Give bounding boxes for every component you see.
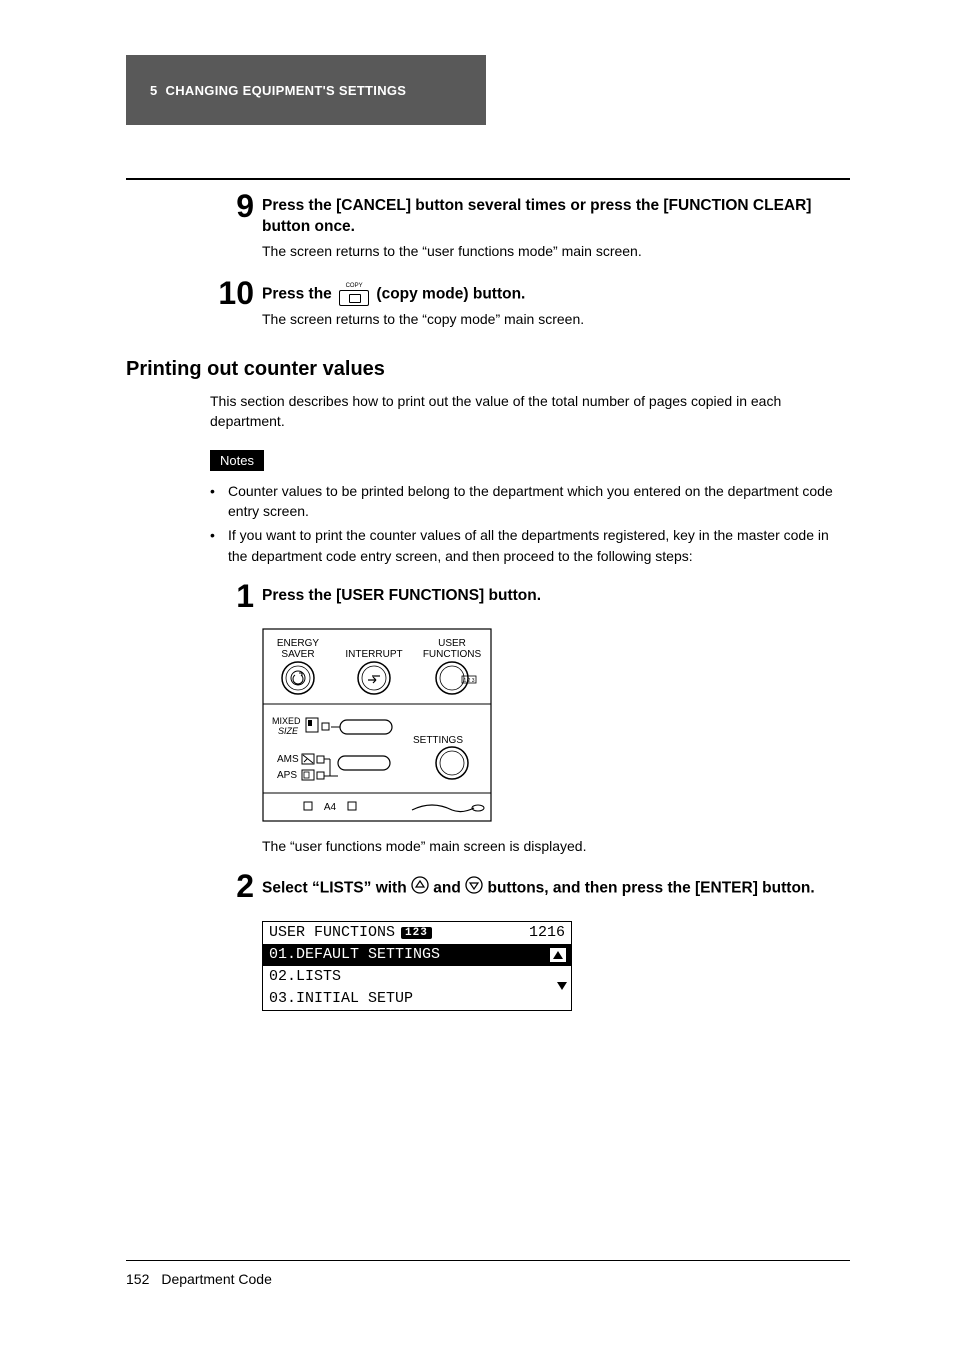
- copy-label: COPY: [338, 283, 370, 289]
- lcd-row-text: 03.INITIAL SETUP: [269, 989, 413, 1009]
- svg-text:SIZE: SIZE: [278, 726, 299, 736]
- step-1: 1 Press the [USER FUNCTIONS] button.: [210, 584, 850, 612]
- footer-label: Department Code: [161, 1271, 272, 1287]
- bullet-icon: •: [210, 525, 228, 566]
- svg-text:MIXED: MIXED: [272, 716, 301, 726]
- scroll-down-icon: [557, 989, 567, 1009]
- chapter-title: CHANGING EQUIPMENT'S SETTINGS: [166, 83, 407, 98]
- step-title: Select “LISTS” with and buttons, and the…: [262, 876, 850, 901]
- svg-text:APS: APS: [277, 770, 297, 781]
- notes-badge: Notes: [210, 450, 264, 471]
- lcd-row: 03.INITIAL SETUP: [263, 988, 571, 1010]
- step-number: 10: [210, 277, 254, 309]
- svg-text:AMS: AMS: [277, 754, 299, 765]
- lcd-row-selected: 01.DEFAULT SETTINGS: [263, 944, 571, 966]
- step-title: Press the [USER FUNCTIONS] button.: [262, 586, 850, 607]
- lcd-badge: 123: [401, 927, 432, 939]
- title-prefix: Press the: [262, 286, 336, 303]
- title-part-c: buttons, and then press the [ENTER] butt…: [483, 879, 815, 896]
- svg-text:FUNCTIONS: FUNCTIONS: [423, 649, 482, 660]
- section-intro: This section describes how to print out …: [210, 391, 850, 432]
- title-suffix: (copy mode) button.: [372, 286, 525, 303]
- svg-text:ENERGY: ENERGY: [277, 638, 320, 649]
- svg-text:INTERRUPT: INTERRUPT: [345, 649, 402, 660]
- footer-rule: [126, 1260, 850, 1261]
- step-description: The screen returns to the “copy mode” ma…: [262, 310, 850, 330]
- page-footer: 152 Department Code: [126, 1260, 850, 1287]
- step-title: Press the [CANCEL] button several times …: [262, 196, 850, 238]
- step-1-after-text: The “user functions mode” main screen is…: [262, 838, 850, 854]
- svg-text:A4: A4: [324, 802, 337, 813]
- page-number: 152: [126, 1271, 149, 1287]
- note-item: • If you want to print the counter value…: [210, 525, 850, 566]
- step-number: 2: [210, 870, 254, 902]
- control-panel-svg: ENERGY SAVER INTERRUPT USER FUNCTIONS 1 …: [262, 628, 492, 823]
- note-text: If you want to print the counter values …: [228, 525, 850, 566]
- note-item: • Counter values to be printed belong to…: [210, 481, 850, 522]
- note-text: Counter values to be printed belong to t…: [228, 481, 850, 522]
- title-part-b: and: [429, 879, 465, 896]
- notes-list: • Counter values to be printed belong to…: [210, 481, 850, 566]
- lcd-count: 1216: [529, 924, 565, 941]
- svg-text:1 2 3: 1 2 3: [463, 678, 474, 684]
- step-body: Select “LISTS” with and buttons, and the…: [262, 874, 850, 905]
- lcd-row-text: 01.DEFAULT SETTINGS: [269, 945, 440, 965]
- content-rule: [126, 178, 850, 180]
- control-panel-illustration: ENERGY SAVER INTERRUPT USER FUNCTIONS 1 …: [262, 628, 850, 828]
- lcd-screen: USER FUNCTIONS 123 1216 01.DEFAULT SETTI…: [262, 921, 572, 1011]
- step-9: 9 Press the [CANCEL] button several time…: [210, 194, 850, 265]
- step-number: 1: [210, 580, 254, 612]
- copy-rect-icon: [339, 290, 369, 306]
- scroll-up-icon: [549, 947, 567, 963]
- svg-text:SETTINGS: SETTINGS: [413, 735, 463, 746]
- chapter-number: 5: [150, 83, 158, 98]
- section-heading: Printing out counter values: [126, 358, 850, 381]
- footer-text: 152 Department Code: [126, 1271, 850, 1287]
- down-button-icon: [465, 876, 483, 901]
- svg-text:USER: USER: [438, 638, 466, 649]
- up-button-icon: [411, 876, 429, 901]
- lcd-row: 02.LISTS: [263, 966, 571, 988]
- chapter-header: 5 CHANGING EQUIPMENT'S SETTINGS: [126, 55, 486, 125]
- step-2: 2 Select “LISTS” with and buttons, and t…: [210, 874, 850, 905]
- step-body: Press the [CANCEL] button several times …: [262, 194, 850, 265]
- step-description: The screen returns to the “user function…: [262, 242, 850, 262]
- lcd-row-text: 02.LISTS: [269, 967, 341, 987]
- title-part-a: Select “LISTS” with: [262, 879, 411, 896]
- svg-text:SAVER: SAVER: [281, 649, 314, 660]
- bullet-icon: •: [210, 481, 228, 522]
- step-10: 10 Press the COPY (copy mode) button. Th…: [210, 281, 850, 334]
- lcd-title: USER FUNCTIONS: [269, 924, 395, 941]
- lcd-title-row: USER FUNCTIONS 123 1216: [263, 922, 571, 944]
- copy-mode-icon: COPY: [338, 283, 370, 306]
- step-number: 9: [210, 190, 254, 222]
- step-title: Press the COPY (copy mode) button.: [262, 283, 850, 306]
- step-body: Press the [USER FUNCTIONS] button.: [262, 584, 850, 611]
- page-content: 9 Press the [CANCEL] button several time…: [126, 178, 850, 1011]
- step-body: Press the COPY (copy mode) button. The s…: [262, 281, 850, 334]
